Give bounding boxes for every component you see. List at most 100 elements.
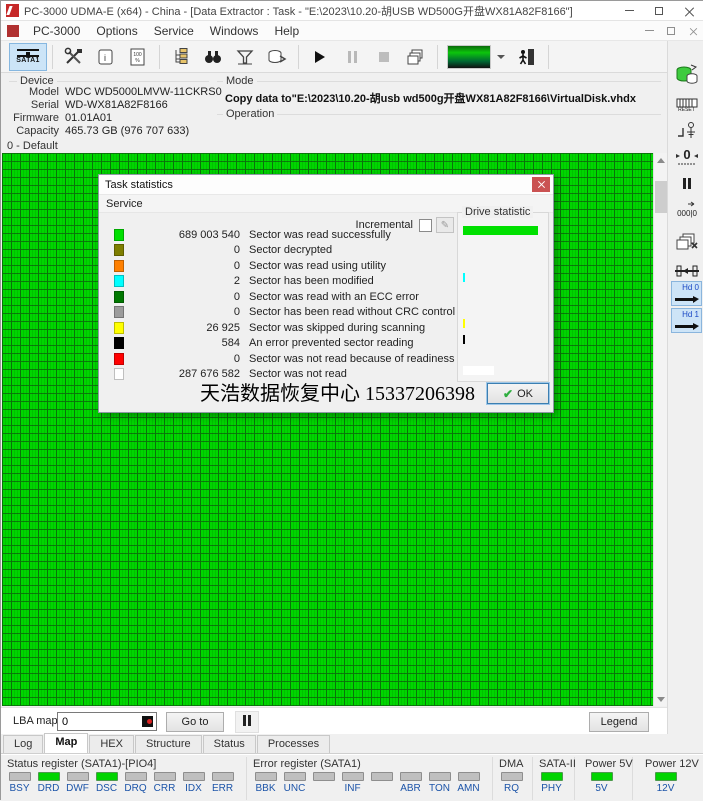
utility-tools-icon[interactable] <box>60 44 88 70</box>
lamp-5v: 5V <box>587 772 616 794</box>
dma-section: DMA RQ <box>493 757 533 800</box>
lamp-crr: CRR <box>150 772 179 794</box>
mdi-minimize-button[interactable] <box>642 24 656 37</box>
lamp-light <box>428 772 451 781</box>
legend-button[interactable]: Legend <box>589 712 649 732</box>
menu-service[interactable]: Service <box>146 22 202 40</box>
lba-pause-button[interactable] <box>235 711 259 733</box>
heads-map-icon[interactable] <box>673 259 700 283</box>
head-1-button[interactable]: Hd 1 <box>671 308 702 333</box>
sata-section: SATA-II PHY <box>533 757 576 800</box>
menu-options[interactable]: Options <box>88 22 145 40</box>
stat-row: 689 003 540 Sector was read successfully <box>99 227 455 243</box>
drive-stat-bar <box>463 365 494 375</box>
dialog-close-button[interactable] <box>532 177 550 192</box>
tab-structure[interactable]: Structure <box>134 735 202 753</box>
menu-windows[interactable]: Windows <box>202 22 267 40</box>
dialog-menu-service[interactable]: Service <box>99 197 150 211</box>
tab-hex[interactable]: HEX <box>89 735 134 753</box>
menu-pc-3000[interactable]: PC-3000 <box>25 22 88 40</box>
filter-funnel-icon[interactable] <box>231 44 259 70</box>
folder-tree-icon[interactable] <box>167 44 195 70</box>
minimize-button[interactable] <box>614 1 644 20</box>
virtual-disk-icon[interactable] <box>673 63 700 87</box>
svg-text:i: i <box>104 53 106 63</box>
device-field-label: Capacity <box>16 125 59 137</box>
stat-color-swatch <box>114 337 124 350</box>
scroll-down-icon[interactable] <box>654 692 668 706</box>
lamp-name: DRD <box>37 783 60 794</box>
search-binoculars-icon[interactable] <box>199 44 227 70</box>
drive-stat-bar <box>463 319 465 328</box>
lamp-unnamed <box>367 772 396 794</box>
lamp-phy: PHY <box>537 772 566 794</box>
clear-copies-icon[interactable] <box>673 229 700 253</box>
lamp-name: TON <box>429 783 450 794</box>
scroll-up-icon[interactable] <box>654 153 668 167</box>
stat-color-swatch <box>114 368 124 381</box>
map-preview-button[interactable] <box>447 44 491 69</box>
copies-stack-icon[interactable] <box>402 44 430 70</box>
lamp-name: RQ <box>504 783 519 794</box>
lamp-name: ERR <box>211 783 234 794</box>
stat-color-swatch <box>114 275 124 288</box>
check-icon: ✔ <box>503 386 514 401</box>
sector-jump-icon[interactable]: 000|0 <box>673 199 700 223</box>
head-terminal-icon[interactable] <box>673 119 700 143</box>
device-field-capacity: Capacity 465.73 GB (976 707 633) <box>1 125 331 137</box>
lamp-light <box>211 772 234 781</box>
lamp-light <box>254 772 277 781</box>
operation-group-label: Operation <box>223 108 278 120</box>
pause-button-icon[interactable] <box>338 44 366 70</box>
stop-button-icon[interactable] <box>370 44 398 70</box>
lamp-amn: AMN <box>454 772 483 794</box>
stat-row: 584 An error prevented sector reading <box>99 336 455 352</box>
status-bar: Status register (SATA1)-[PIO4] BSY DRD DWF… <box>1 754 703 801</box>
ok-button[interactable]: ✔ OK <box>486 382 550 405</box>
exit-door-icon[interactable] <box>513 44 541 70</box>
power12-section: Power 12V 12V <box>637 757 703 800</box>
map-scrollbar[interactable] <box>653 153 667 706</box>
tab-log[interactable]: Log <box>3 735 44 753</box>
recalibrate-icon[interactable]: 0 <box>673 145 700 169</box>
lamp-12v: 12V <box>651 772 680 794</box>
stat-label: Sector has been modified <box>249 275 374 288</box>
stat-row: 0 Sector has been read without CRC contro… <box>99 305 455 321</box>
lamp-light <box>182 772 205 781</box>
lamp-light <box>66 772 89 781</box>
head-0-button[interactable]: Hd 0 <box>671 281 702 306</box>
sata1-port-button[interactable]: SATA1 <box>9 42 47 71</box>
stat-count: 2 <box>233 275 240 288</box>
tab-map[interactable]: Map <box>44 733 89 753</box>
lba-bar: LBA map Go to Legend <box>1 707 667 734</box>
maximize-button[interactable] <box>644 1 674 20</box>
device-field-label: Model <box>29 86 59 98</box>
lamp-light <box>500 772 523 781</box>
window-title: PC-3000 UDMA-E (x64) - China - [Data Ext… <box>24 5 573 18</box>
power12-label: Power 12V <box>645 758 699 770</box>
mdi-restore-button[interactable] <box>664 24 678 37</box>
drive-statistic-label: Drive statistic <box>462 206 534 218</box>
tab-status[interactable]: Status <box>202 735 256 753</box>
export-disk-icon[interactable] <box>263 44 291 70</box>
reset-icon[interactable]: RESET <box>673 93 700 117</box>
stat-label: Sector was read with an ECC error <box>249 290 419 303</box>
drive-stat-bar <box>463 226 538 235</box>
mdi-close-button[interactable] <box>686 24 700 37</box>
main-toolbar: SATA1 i 100% <box>1 41 703 73</box>
tab-processes[interactable]: Processes <box>256 735 331 753</box>
stat-row: 0 Sector was read using utility <box>99 258 455 274</box>
lba-input-icon[interactable] <box>142 716 153 727</box>
scrollbar-thumb[interactable] <box>655 181 667 213</box>
report-script-icon[interactable]: i <box>92 44 120 70</box>
menu-bar-items: PC-3000 Options Service Windows Help <box>25 22 307 40</box>
lamp-light <box>370 772 393 781</box>
task-parameters-icon[interactable]: 100% <box>124 44 152 70</box>
start-button-icon[interactable] <box>306 44 334 70</box>
pause-side-icon[interactable] <box>673 173 700 197</box>
sata1-label: SATA1 <box>16 57 40 64</box>
menu-help[interactable]: Help <box>266 22 307 40</box>
close-button[interactable] <box>674 1 703 20</box>
goto-button[interactable]: Go to <box>166 712 224 732</box>
map-preview-dropdown-icon[interactable] <box>497 54 505 59</box>
